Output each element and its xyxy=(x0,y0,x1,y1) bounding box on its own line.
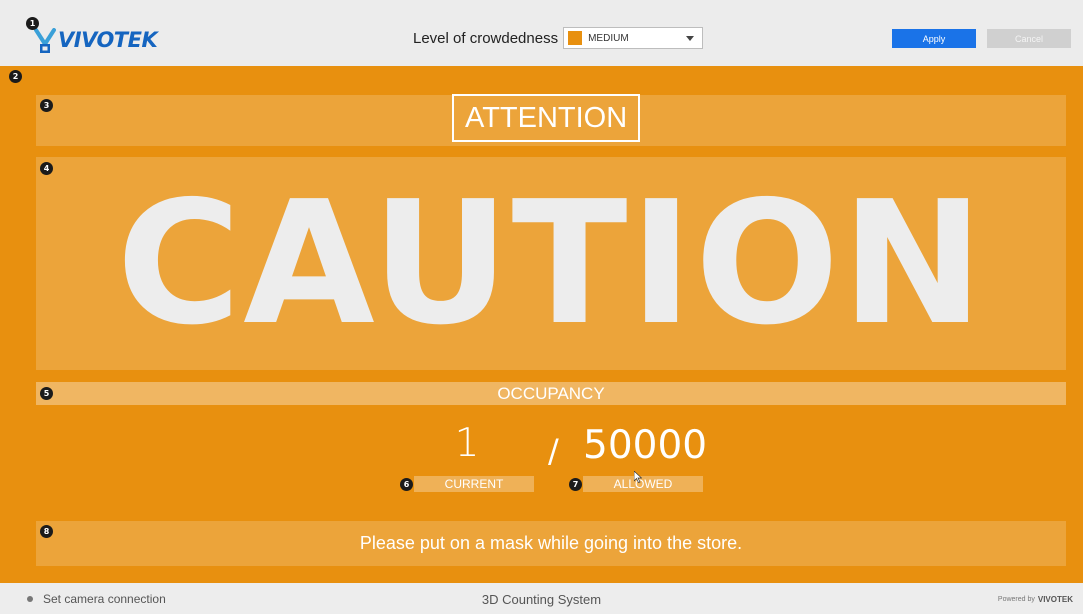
powered-by-text: Powered by xyxy=(997,596,1035,603)
caution-text: CAUTION xyxy=(116,164,986,363)
allowed-label[interactable]: ALLOWED xyxy=(583,476,703,492)
current-label[interactable]: CURRENT xyxy=(414,476,534,492)
crowdedness-label: Level of crowdedness xyxy=(413,29,559,47)
caution-panel[interactable]: 4 CAUTION xyxy=(36,157,1066,370)
apply-button[interactable]: Apply xyxy=(892,29,976,48)
occupancy-label-panel[interactable]: 5 OCCUPANCY xyxy=(36,382,1066,405)
count-separator: / xyxy=(548,432,559,470)
annotation-marker-1: 1 xyxy=(26,17,39,30)
message-panel[interactable]: 8 Please put on a mask while going into … xyxy=(36,521,1066,566)
attention-panel[interactable]: 3 ATTENTION xyxy=(36,94,1066,146)
sign-preview: 2 3 ATTENTION 4 CAUTION 5 OCCUPANCY 1 / … xyxy=(0,66,1083,583)
annotation-marker-3: 3 xyxy=(40,99,53,112)
crowdedness-control: Level of crowdedness MEDIUM xyxy=(413,26,704,50)
system-name: 3D Counting System xyxy=(481,592,602,607)
mouse-cursor-icon xyxy=(633,470,643,488)
occupancy-label: OCCUPANCY xyxy=(497,383,605,403)
current-count: 1 xyxy=(454,421,480,466)
logo-text: VIVOTEK xyxy=(58,28,158,52)
footer-bar: Set camera connection 3D Counting System… xyxy=(0,583,1083,614)
annotation-marker-6: 6 xyxy=(400,478,413,491)
vivotek-logo: VIVOTEK xyxy=(34,26,158,54)
crowdedness-selected-value: MEDIUM xyxy=(588,32,629,44)
chevron-down-icon xyxy=(686,36,695,41)
attention-heading: ATTENTION xyxy=(452,94,641,142)
annotation-marker-2: 2 xyxy=(9,70,22,83)
allowed-count: 50000 xyxy=(583,423,708,468)
crowdedness-dropdown[interactable]: MEDIUM xyxy=(563,27,704,49)
powered-by: Powered by VIVOTEK xyxy=(998,595,1073,604)
powered-by-logo: VIVOTEK xyxy=(1037,595,1073,604)
top-bar: VIVOTEK 1 Level of crowdedness MEDIUM Ap… xyxy=(0,0,1083,66)
mask-message: Please put on a mask while going into th… xyxy=(359,533,743,553)
level-color-swatch xyxy=(568,31,583,45)
vivotek-logo-icon xyxy=(34,28,56,53)
annotation-marker-7: 7 xyxy=(569,478,582,491)
cancel-button[interactable]: Cancel xyxy=(987,29,1071,48)
